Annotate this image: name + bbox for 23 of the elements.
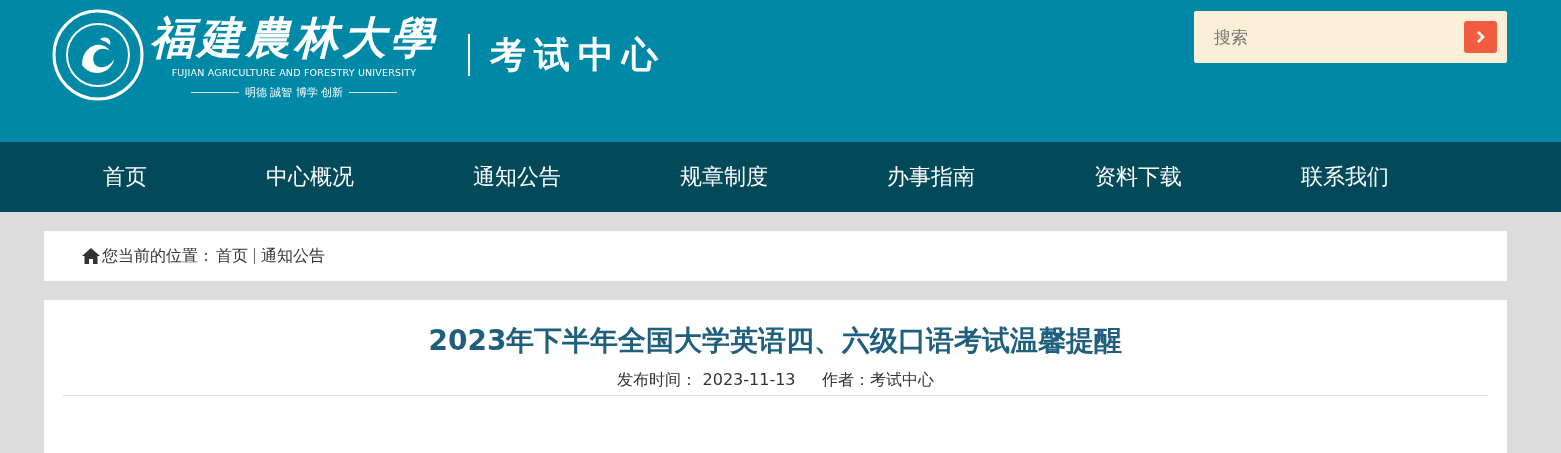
search-button[interactable] bbox=[1464, 21, 1497, 53]
publish-date: 发布时间： 2023-11-13 bbox=[617, 370, 796, 391]
university-name-english: FUJIAN AGRICULTURE AND FORESTRY UNIVERSITY bbox=[171, 66, 417, 78]
search-bar[interactable]: 搜索 bbox=[1194, 11, 1507, 63]
site-name: 考试中心 bbox=[490, 31, 666, 77]
nav-link[interactable]: 中心概况 bbox=[266, 162, 354, 192]
breadcrumb-label: 您当前的位置： bbox=[102, 245, 214, 267]
university-emblem-icon bbox=[52, 9, 144, 101]
chevron-right-icon bbox=[1474, 30, 1487, 44]
article-title: 2023年下半年全国大学英语四、六级口语考试温馨提醒 bbox=[427, 323, 1124, 359]
nav-link[interactable]: 资料下载 bbox=[1094, 162, 1182, 192]
nav-link[interactable]: 通知公告 bbox=[473, 162, 561, 192]
home-icon bbox=[82, 248, 100, 264]
breadcrumb-link[interactable]: 首页 bbox=[216, 245, 248, 267]
breadcrumb-link[interactable]: 通知公告 bbox=[261, 245, 325, 267]
nav-link[interactable]: 联系我们 bbox=[1301, 162, 1389, 192]
nav-link[interactable]: 首页 bbox=[103, 162, 147, 192]
university-name: 福建農林大學 bbox=[150, 10, 438, 65]
nav-link[interactable]: 规章制度 bbox=[680, 162, 768, 192]
search-field[interactable]: 搜索 bbox=[1212, 26, 1416, 48]
article-author: 作者：考试中心 bbox=[821, 370, 934, 391]
nav-link[interactable]: 办事指南 bbox=[887, 162, 975, 192]
university-motto: 明德 誠智 博学 创新 bbox=[244, 84, 344, 100]
